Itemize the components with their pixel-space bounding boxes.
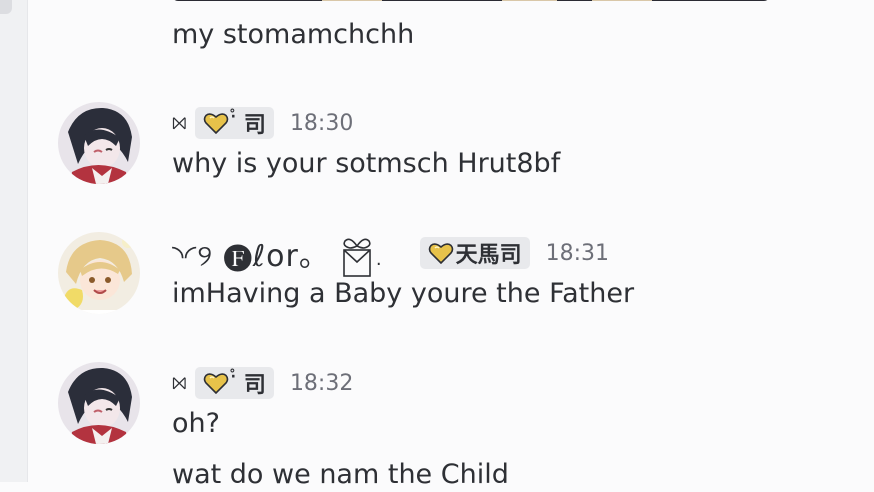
tag-sparkle: ·̊ [230,369,236,385]
heart-icon [203,373,228,394]
heart-icon [428,243,453,264]
message-text: wat do we nam the Child [172,459,509,490]
message-header: ⨝ ·̊ 司 18:30 [172,106,353,140]
server-tag[interactable]: ·̊ 司 [194,367,274,399]
message-text: my stomamchchh [172,19,415,50]
tag-label: 司 [243,373,266,398]
gift-icon [343,238,371,277]
username[interactable]: ◝◜୨ 🅕ℓor。 [172,231,330,275]
avatar[interactable] [58,102,140,184]
avatar[interactable] [58,362,140,444]
tag-label: 天馬司 [455,243,522,268]
message-text: why is your sotmsch Hrut8bf [172,148,561,179]
timestamp[interactable]: 18:30 [290,111,353,136]
message-text: oh? [172,408,220,439]
server-tag[interactable]: 天馬司 [419,237,530,269]
scrollbar-thumb[interactable] [0,0,12,14]
tag-label: 司 [243,113,266,138]
avatar[interactable] [58,232,140,314]
timestamp[interactable]: 18:32 [290,371,353,396]
server-tag[interactable]: ·̊ 司 [194,107,274,139]
message-header: ⨝ ·̊ 司 18:32 [172,366,353,400]
heart-icon [203,113,228,134]
attached-image[interactable] [172,0,770,1]
left-scroll-strip [0,0,28,482]
username[interactable]: ⨝ [172,113,187,134]
name-dot: . [375,248,382,270]
message-text: imHaving a Baby youre the Father [172,278,635,309]
username[interactable]: ⨝ [172,373,187,394]
tag-sparkle: ·̊ [230,109,236,125]
message-header: ◝◜୨ 🅕ℓor。 . 天馬司 18:31 [172,236,609,277]
timestamp[interactable]: 18:31 [546,241,609,266]
